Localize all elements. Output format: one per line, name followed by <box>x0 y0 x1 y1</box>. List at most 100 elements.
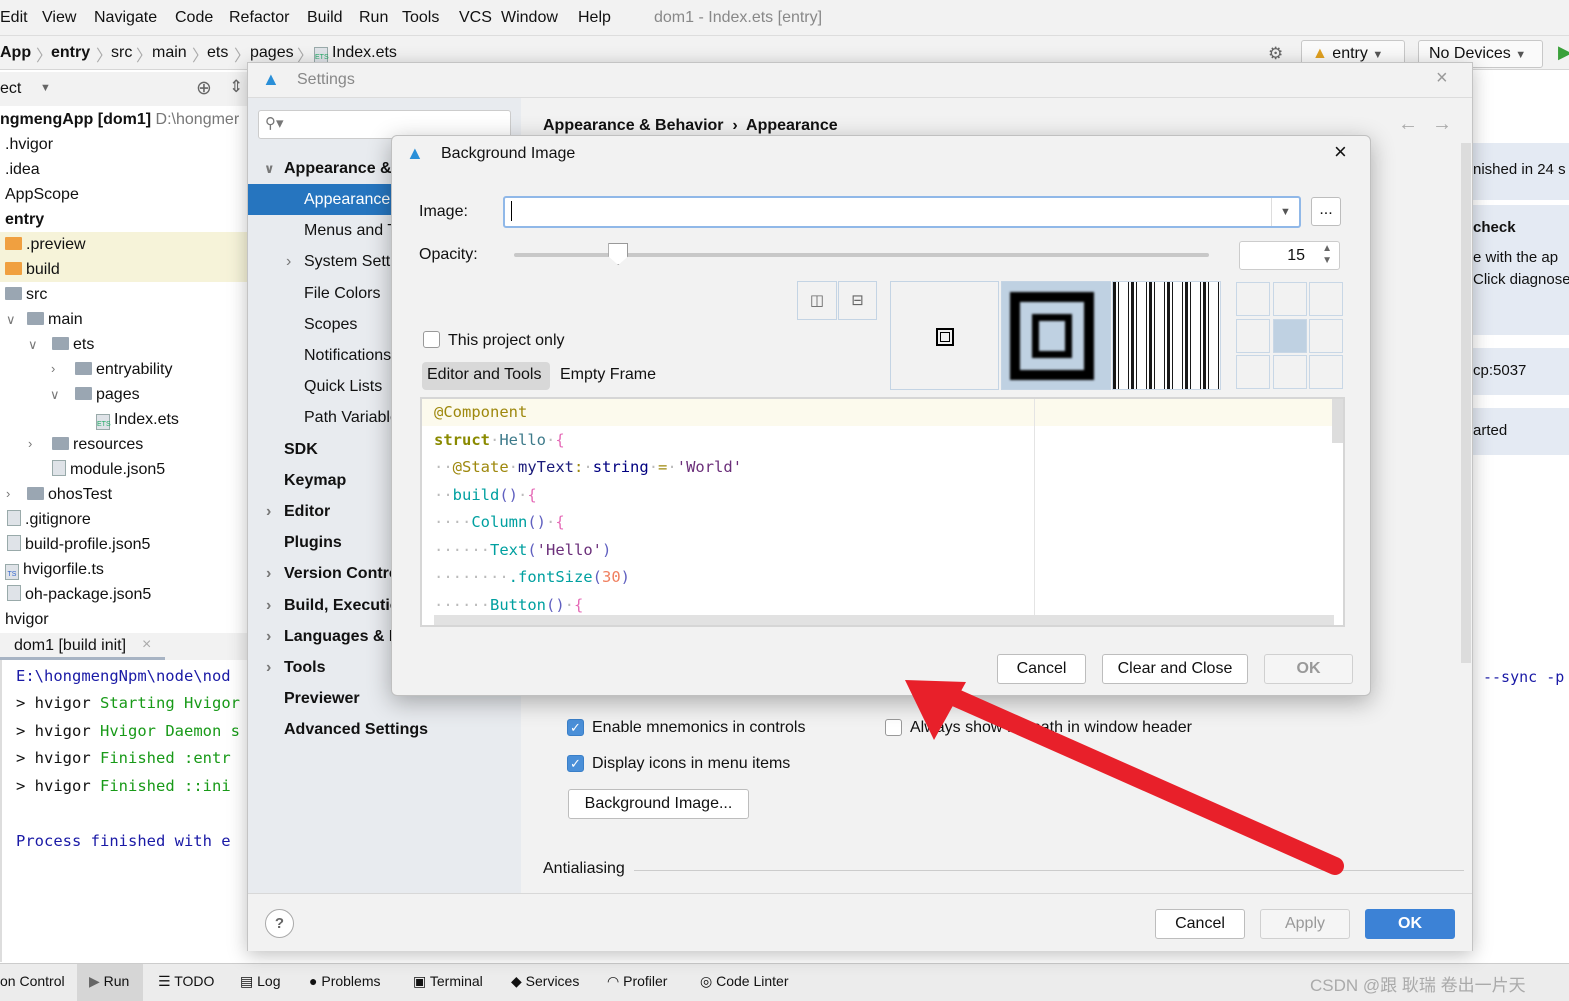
tree-item[interactable]: build <box>0 257 247 282</box>
flip-vertical-icon[interactable]: ⊟ <box>838 281 877 320</box>
scrollbar[interactable] <box>1332 399 1343 443</box>
menu-code[interactable]: Code <box>175 9 213 27</box>
tree-item[interactable]: hvigor <box>5 607 49 632</box>
tree-item[interactable]: ETS Index.ets <box>96 407 179 432</box>
fill-mode-scale[interactable] <box>1001 281 1111 390</box>
tree-item[interactable]: src <box>5 282 47 307</box>
tree-item[interactable]: .gitignore <box>7 507 91 532</box>
fill-mode-plain[interactable] <box>890 281 999 390</box>
tree-item[interactable]: TS hvigorfile.ts <box>5 557 104 582</box>
menu-window[interactable]: Window <box>501 9 558 27</box>
help-button[interactable]: ? <box>265 909 294 938</box>
run-tab[interactable]: dom1 [build init] × <box>0 633 165 660</box>
tree-item[interactable]: .preview <box>0 232 247 257</box>
breadcrumb-pages[interactable]: pages <box>250 44 294 62</box>
background-image-button[interactable]: Background Image... <box>568 789 749 819</box>
breadcrumb-app[interactable]: App <box>0 44 31 62</box>
chevron-down-icon[interactable]: ▼ <box>40 82 51 94</box>
tree-item[interactable]: ets <box>52 332 94 357</box>
chevron-right-icon[interactable]: › <box>28 436 32 451</box>
settings-cancel-button[interactable]: Cancel <box>1155 909 1245 939</box>
tree-item[interactable]: .hvigor <box>5 132 53 157</box>
back-arrow-icon[interactable]: ← <box>1398 113 1418 136</box>
scrollbar[interactable] <box>1461 143 1471 663</box>
anchor-top-left[interactable] <box>1236 282 1270 316</box>
spinner-arrows-icon[interactable]: ▲ ▼ <box>1322 243 1332 267</box>
anchor-top[interactable] <box>1272 282 1307 316</box>
anchor-center[interactable] <box>1272 318 1307 353</box>
menu-navigate[interactable]: Navigate <box>94 9 157 27</box>
project-view-label[interactable]: ect <box>0 80 21 98</box>
run-console[interactable]: E:\hongmengNpm\node\nod > hvigor Startin… <box>0 660 247 962</box>
menu-run[interactable]: Run <box>359 9 388 27</box>
tab-services[interactable]: ◆ Services <box>511 973 579 990</box>
chevron-right-icon[interactable]: › <box>6 486 10 501</box>
notification[interactable]: arted <box>1473 408 1569 455</box>
browse-button[interactable]: ... <box>1311 197 1341 226</box>
anchor-bottom-left[interactable] <box>1236 355 1270 389</box>
opacity-slider[interactable] <box>514 243 1209 265</box>
anchor-left[interactable] <box>1236 318 1270 353</box>
chevron-down-icon[interactable]: ∨ <box>6 312 16 328</box>
flip-horizontal-icon[interactable]: ◫ <box>797 281 837 320</box>
menu-refactor[interactable]: Refactor <box>229 9 289 27</box>
dialog-ok-button[interactable]: OK <box>1264 654 1353 684</box>
anchor-bottom[interactable] <box>1272 355 1307 389</box>
breadcrumb-ets[interactable]: ets <box>207 44 228 62</box>
collapse-icon[interactable]: ⇕ <box>229 77 243 97</box>
tree-item[interactable]: .idea <box>5 157 40 182</box>
locate-icon[interactable]: ⊕ <box>196 77 212 100</box>
notification[interactable]: nished in 24 s <box>1473 143 1569 200</box>
close-icon[interactable]: × <box>142 636 151 654</box>
menu-edit[interactable]: Edit <box>0 9 28 27</box>
opacity-slider-thumb[interactable] <box>608 243 629 265</box>
menu-tools[interactable]: Tools <box>402 9 439 27</box>
tree-item[interactable]: pages <box>75 382 140 407</box>
tab-todo[interactable]: ☰ TODO <box>158 973 214 990</box>
breadcrumb-file[interactable]: ETS Index.ets <box>314 44 397 63</box>
close-icon[interactable]: × <box>1334 139 1347 165</box>
tree-item[interactable]: build-profile.json5 <box>7 532 150 557</box>
anchor-top-right[interactable] <box>1309 282 1343 316</box>
settings-ok-button[interactable]: OK <box>1365 909 1455 939</box>
menu-view[interactable]: View <box>42 9 76 27</box>
tree-item[interactable]: ohosTest <box>27 482 112 507</box>
menu-help[interactable]: Help <box>578 9 611 27</box>
breadcrumb-main[interactable]: main <box>152 44 187 62</box>
fill-mode-tile[interactable] <box>1112 281 1221 390</box>
tab-editor-and-tools[interactable]: Editor and Tools <box>422 362 550 390</box>
forward-arrow-icon[interactable]: → <box>1432 113 1452 136</box>
chevron-right-icon[interactable]: › <box>51 361 55 376</box>
menu-build[interactable]: Build <box>307 9 343 27</box>
nav-advanced-settings[interactable]: Advanced Settings <box>248 714 521 745</box>
notification[interactable]: check e with the ap Click diagnose <box>1473 205 1569 335</box>
tab-version-control[interactable]: on Control <box>0 973 65 989</box>
tree-item[interactable]: entryability <box>75 357 172 382</box>
dialog-cancel-button[interactable]: Cancel <box>997 654 1086 684</box>
tree-item[interactable]: entry <box>5 207 44 232</box>
horizontal-scrollbar[interactable] <box>434 615 1334 625</box>
menu-vcs[interactable]: VCS <box>459 9 492 27</box>
tab-terminal[interactable]: ▣ Terminal <box>413 973 483 990</box>
opacity-spinner[interactable]: 15 ▲ ▼ <box>1239 241 1340 270</box>
tree-item[interactable]: AppScope <box>5 182 79 207</box>
tree-item[interactable]: resources <box>52 432 143 457</box>
this-project-only-checkbox[interactable] <box>423 331 440 348</box>
tab-problems[interactable]: ● Problems <box>309 973 381 989</box>
image-path-combobox[interactable]: ▼ <box>503 196 1301 228</box>
chevron-down-icon[interactable]: ∨ <box>50 387 60 403</box>
full-path-checkbox[interactable] <box>885 719 902 736</box>
notification[interactable]: cp:5037 <box>1473 348 1569 395</box>
tree-item[interactable]: module.json5 <box>52 457 165 482</box>
tab-code-linter[interactable]: ◎ Code Linter <box>700 973 789 990</box>
tab-profiler[interactable]: ◠ Profiler <box>607 973 667 990</box>
close-icon[interactable]: × <box>1436 67 1448 90</box>
chevron-down-icon[interactable]: ▼ <box>1271 198 1299 226</box>
tab-empty-frame[interactable]: Empty Frame <box>560 366 656 384</box>
tab-run[interactable]: ▶ Run <box>77 964 143 1001</box>
breadcrumb-src[interactable]: src <box>111 44 132 62</box>
anchor-bottom-right[interactable] <box>1309 355 1343 389</box>
settings-gear-icon[interactable]: ⚙ <box>1268 44 1283 64</box>
clear-and-close-button[interactable]: Clear and Close <box>1102 654 1248 684</box>
mnemonics-checkbox[interactable]: ✓ <box>567 719 584 736</box>
